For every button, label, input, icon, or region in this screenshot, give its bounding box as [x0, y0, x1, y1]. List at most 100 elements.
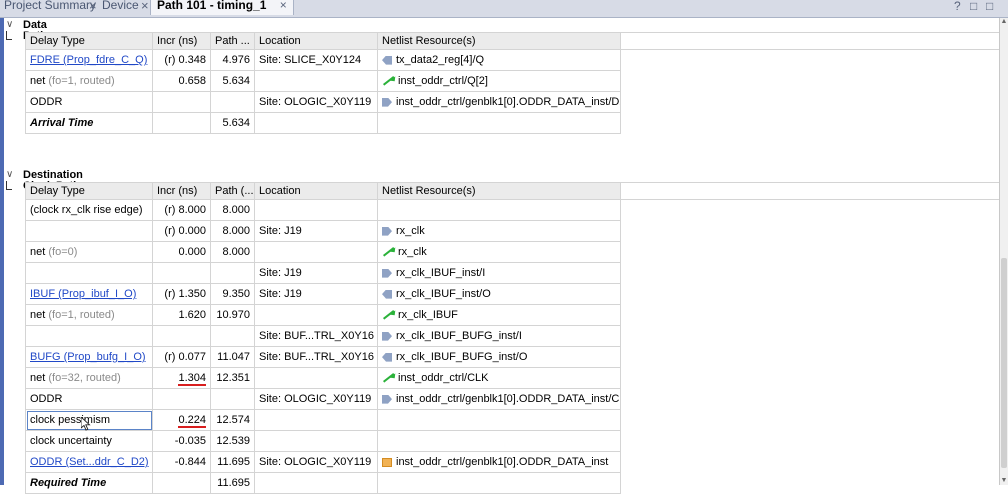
delay-type-cell[interactable] — [25, 262, 153, 284]
table-row[interactable]: Site: BUF...TRL_X0Y16 rx_clk_IBUF_BUFG_in… — [25, 325, 1002, 347]
delay-type-cell[interactable]: IBUF (Prop_ibuf_I_O) — [25, 283, 153, 305]
table-row[interactable]: BUFG (Prop_bufg_I_O) (r) 0.077 11.047 Site:… — [25, 346, 1002, 368]
netlist-cell[interactable] — [377, 409, 621, 431]
delay-type-cell[interactable]: Arrival Time — [25, 112, 153, 134]
netlist-cell[interactable]: inst_oddr_ctrl/Q[2] — [377, 70, 621, 92]
vertical-scrollbar[interactable]: ▲ ▼ — [999, 18, 1008, 485]
delay-type-text: Arrival Time — [30, 117, 94, 129]
delay-type-cell[interactable]: ODDR — [25, 91, 153, 113]
netlist-cell[interactable]: rx_clk_IBUF_BUFG_inst/I — [377, 325, 621, 347]
netlist-cell[interactable]: rx_clk — [377, 241, 621, 263]
delay-type-cell[interactable]: net (fo=32, routed) — [25, 367, 153, 389]
location-cell: Site: OLOGIC_X0Y119 — [254, 91, 378, 113]
netlist-cell[interactable] — [377, 112, 621, 134]
netlist-cell[interactable]: inst_oddr_ctrl/genblk1[0].ODDR_DATA_inst… — [377, 91, 621, 113]
netlist-cell[interactable]: rx_clk_IBUF — [377, 304, 621, 326]
col-netlist[interactable]: Netlist Resource(s) — [377, 32, 621, 50]
data-path-table: Delay Type Incr (ns) Path ... Location N… — [25, 32, 1002, 134]
scroll-up-icon[interactable]: ▲ — [1000, 18, 1008, 26]
delay-type-link-anchor[interactable]: IBUF (Prop_ibuf_I_O) — [30, 288, 136, 300]
delay-type-cell[interactable]: net (fo=0) — [25, 241, 153, 263]
delay-type-link-anchor[interactable]: FDRE (Prop_fdre_C_Q) — [30, 54, 147, 66]
col-incr[interactable]: Incr (ns) — [152, 32, 211, 50]
delay-type-cell[interactable]: (clock rx_clk rise edge) — [25, 199, 153, 221]
help-icon[interactable]: ? — [954, 0, 961, 16]
table-row[interactable]: net (fo=1, routed) 1.620 10.970 rx_clk_IBUF — [25, 304, 1002, 326]
editor-tab-bar: Project Summary × Device × Path 101 - ti… — [0, 0, 1008, 18]
scrollbar-thumb[interactable] — [1001, 258, 1007, 468]
delay-type-cell[interactable]: FDRE (Prop_fdre_C_Q) — [25, 49, 153, 71]
netlist-cell[interactable] — [377, 199, 621, 221]
collapse-chevron-icon[interactable]: ∨ — [6, 19, 13, 30]
scroll-down-icon[interactable]: ▼ — [1000, 477, 1008, 485]
delay-type-cell[interactable]: net (fo=1, routed) — [25, 304, 153, 326]
location-cell: Site: J19 — [254, 283, 378, 305]
incr-value: (r) 1.350 — [164, 288, 206, 300]
netlist-cell[interactable]: rx_clk_IBUF_BUFG_inst/O — [377, 346, 621, 368]
col-location[interactable]: Location — [254, 182, 378, 200]
delay-type-cell[interactable]: Required Time — [25, 472, 153, 494]
delay-type-link[interactable]: ODDR (Set...ddr_C_D2) — [30, 456, 149, 468]
table-row[interactable]: net (fo=32, routed) 1.304 12.351 inst_oddr_… — [25, 367, 1002, 389]
collapse-chevron-icon[interactable]: ∨ — [6, 169, 13, 180]
tab-project-summary-close-icon[interactable]: × — [89, 0, 97, 16]
delay-type-cell[interactable] — [25, 220, 153, 242]
delay-type-link[interactable]: IBUF (Prop_ibuf_I_O) — [30, 288, 136, 300]
table-row[interactable]: net (fo=1, routed) 0.658 5.634 inst_oddr_ct… — [25, 70, 1002, 92]
delay-type-link-anchor[interactable]: ODDR (Set...ddr_C_D2) — [30, 456, 149, 468]
delay-type-link[interactable]: FDRE (Prop_fdre_C_Q) — [30, 54, 147, 66]
netlist-cell[interactable]: inst_oddr_ctrl/CLK — [377, 367, 621, 389]
table-row[interactable]: Site: J19 rx_clk_IBUF_inst/I — [25, 262, 1002, 284]
netlist-cell[interactable]: inst_oddr_ctrl/genblk1[0].ODDR_DATA_inst — [377, 451, 621, 473]
restore-icon[interactable]: □ — [970, 0, 977, 16]
netlist-cell[interactable]: rx_clk_IBUF_inst/I — [377, 262, 621, 284]
col-location[interactable]: Location — [254, 32, 378, 50]
delay-type-cell[interactable]: ODDR (Set...ddr_C_D2) — [25, 451, 153, 473]
tab-device-close-icon[interactable]: × — [141, 0, 149, 16]
col-delay-type[interactable]: Delay Type — [25, 32, 153, 50]
table-row[interactable]: (clock rx_clk rise edge) (r) 8.000 8.000 — [25, 199, 1002, 221]
netlist-cell[interactable]: inst_oddr_ctrl/genblk1[0].ODDR_DATA_inst… — [377, 388, 621, 410]
delay-type-cell[interactable]: net (fo=1, routed) — [25, 70, 153, 92]
filler-cell — [620, 262, 1002, 284]
table-row[interactable]: ODDR (Set...ddr_C_D2) -0.844 11.695 Site: O… — [25, 451, 1002, 473]
table-row[interactable]: Required Time 11.695 — [25, 472, 1002, 494]
path-value: 11.047 — [217, 351, 250, 363]
table-row[interactable]: IBUF (Prop_ibuf_I_O) (r) 1.350 9.350 Site: … — [25, 283, 1002, 305]
netlist-cell[interactable]: tx_data2_reg[4]/Q — [377, 49, 621, 71]
delay-type-cell[interactable]: clock uncertainty — [25, 430, 153, 452]
tab-project-summary[interactable]: Project Summary — [4, 0, 96, 15]
table-row[interactable]: net (fo=0) 0.000 8.000 rx_clk — [25, 241, 1002, 263]
col-delay-type[interactable]: Delay Type — [25, 182, 153, 200]
delay-type-cell[interactable]: BUFG (Prop_bufg_I_O) — [25, 346, 153, 368]
table-row[interactable]: clock uncertainty -0.035 12.539 — [25, 430, 1002, 452]
delay-type-link-anchor[interactable]: BUFG (Prop_bufg_I_O) — [30, 351, 146, 363]
table-row[interactable]: (r) 0.000 8.000 Site: J19 rx_clk — [25, 220, 1002, 242]
path-value: 9.350 — [222, 288, 250, 300]
tab-path-close-icon[interactable]: × — [280, 0, 287, 12]
delay-type-cell[interactable]: ODDR — [25, 388, 153, 410]
table-row[interactable]: Arrival Time 5.634 — [25, 112, 1002, 134]
table-row[interactable]: FDRE (Prop_fdre_C_Q) (r) 0.348 4.976 Site: … — [25, 49, 1002, 71]
tab-path-101-timing-1[interactable]: Path 101 - timing_1 × — [150, 0, 294, 15]
col-path[interactable]: Path ... — [210, 32, 255, 50]
table-row[interactable]: clock pessimism 0.224 12.574 — [25, 409, 1002, 431]
tab-device[interactable]: Device — [102, 0, 139, 15]
maximize-icon[interactable]: □ — [986, 0, 993, 16]
col-path[interactable]: Path (... — [210, 182, 255, 200]
netlist-cell[interactable]: rx_clk — [377, 220, 621, 242]
delay-type-cell[interactable] — [25, 325, 153, 347]
path-value: 12.351 — [216, 372, 250, 384]
col-netlist[interactable]: Netlist Resource(s) — [377, 182, 621, 200]
delay-type-text: ODDR — [30, 393, 63, 405]
netlist-cell[interactable]: rx_clk_IBUF_inst/O — [377, 283, 621, 305]
netlist-cell[interactable] — [377, 430, 621, 452]
col-incr[interactable]: Incr (ns) — [152, 182, 211, 200]
location-cell: Site: BUF...TRL_X0Y16 — [254, 325, 378, 347]
netlist-text: rx_clk — [398, 246, 427, 258]
delay-type-link[interactable]: BUFG (Prop_bufg_I_O) — [30, 351, 146, 363]
netlist-cell[interactable] — [377, 472, 621, 494]
table-row[interactable]: ODDR Site: OLOGIC_X0Y119 inst_oddr_ctrl/ge… — [25, 388, 1002, 410]
table-row[interactable]: ODDR Site: OLOGIC_X0Y119 inst_oddr_ctrl/ge… — [25, 91, 1002, 113]
location-cell — [254, 472, 378, 494]
